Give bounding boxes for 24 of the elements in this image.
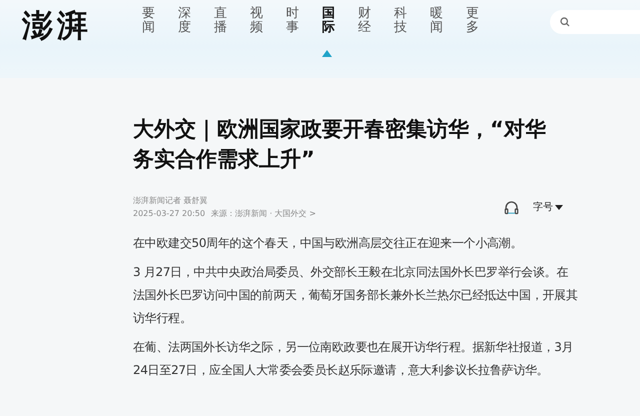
paragraph: 在中欧建交50周年的这个春天，中国与欧洲高层交往正在迎来一个小高潮。 [133,235,524,252]
article-title: 大外交｜欧洲国家政要开春密集访华，“对华务实合作需求上升” [133,116,547,173]
nav-tab[interactable]: 深度 [178,7,191,36]
nav-tab[interactable]: 视频 [250,7,263,36]
publish-date: 2025-03-27 20:50 [133,209,206,218]
nav-tab[interactable]: 暖闻 [430,7,443,36]
nav-tab[interactable]: 国际 [322,7,335,36]
font-size-button[interactable]: 字号 [533,200,563,214]
author-byline: 澎湃新闻记者 聂舒翼 [133,195,209,207]
nav-tab[interactable]: 要闻 [142,7,155,36]
source-link[interactable]: 来源：澎湃新闻 · 大国外交 > [211,209,316,218]
caret-icon [555,204,563,210]
search-field[interactable] [550,10,640,34]
nav-tab[interactable]: 更多 [466,7,479,36]
headphones-icon[interactable] [504,200,519,214]
nav-tab[interactable]: 直播 [214,7,227,36]
nav-tab[interactable]: 财经 [358,7,371,36]
active-indicator-icon [322,50,332,57]
logo[interactable]: 澎湃 [22,8,122,44]
nav-tab[interactable]: 时事 [286,7,299,36]
paragraph: 3 月27日，中共中央政治局委员、外交部长王毅在北京同法国外长巴罗举行会谈。在法国外长巴罗访问中国的前两天，葡萄牙国务部长兼外长兰热尔已经抵达中国，开展其访华行程。 [133,264,578,327]
paragraph: 在葡、法两国外长访华之际，另一位南欧政要也在展开访华行程。据新华社报道，3月24日至27日，应全国人大常委会委员长赵乐际邀请，意大利参议长拉鲁萨访华。 [133,339,574,379]
nav-tab[interactable]: 科技 [394,7,407,36]
search-icon [560,17,570,27]
